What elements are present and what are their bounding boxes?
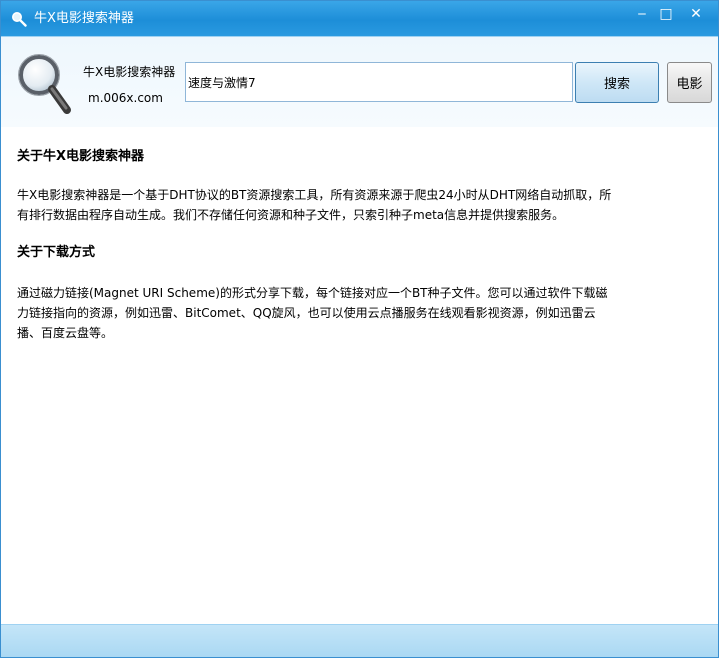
movie-button[interactable]: 电影 [667, 62, 712, 103]
close-button[interactable]: ✕ [683, 5, 709, 23]
maximize-button[interactable]: □ [653, 5, 679, 23]
about-title: 关于牛X电影搜索神器 [17, 149, 145, 164]
app-window: 牛X电影搜索神器 ‒ □ ✕ 牛X电影搜索神器 m.006x.com 搜索 电影… [0, 0, 719, 658]
search-button[interactable]: 搜索 [575, 62, 659, 103]
title-bar[interactable]: 牛X电影搜索神器 ‒ □ ✕ [1, 1, 718, 36]
download-title: 关于下载方式 [17, 245, 96, 260]
search-input[interactable] [185, 62, 573, 102]
search-header: 牛X电影搜索神器 m.006x.com 搜索 电影 [1, 36, 718, 127]
minimize-button[interactable]: ‒ [629, 5, 655, 23]
brand-name: 牛X电影搜索神器 [83, 65, 176, 79]
magnifier-icon [18, 54, 71, 114]
brand-url: m.006x.com [88, 91, 163, 105]
magnifier-icon [12, 12, 27, 27]
status-bar [1, 624, 718, 657]
download-text: 通过磁力链接(Magnet URI Scheme)的形式分享下载，每个链接对应一… [17, 286, 608, 340]
about-text: 牛X电影搜索神器是一个基于DHT协议的BT资源搜索工具，所有资源来源于爬虫24小… [17, 188, 612, 222]
window-title: 牛X电影搜索神器 [34, 11, 134, 26]
